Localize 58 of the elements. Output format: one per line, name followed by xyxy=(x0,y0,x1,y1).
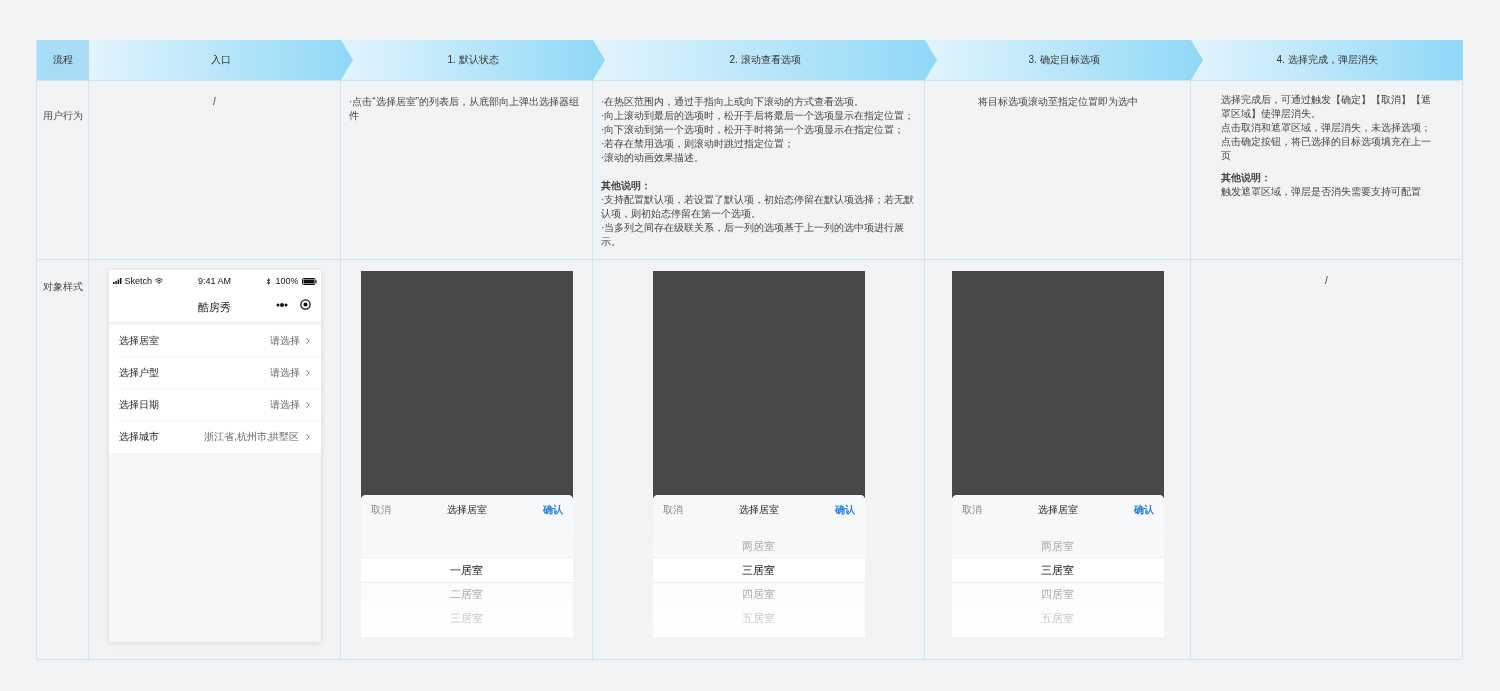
cancel-button[interactable]: 取消 xyxy=(370,503,391,517)
flow-step-header: 2. 滚动查看选项 xyxy=(593,40,937,80)
confirm-button[interactable]: 确认 xyxy=(1133,503,1154,517)
description-text: ·支持配置默认项，若设置了默认项，初始态停留在默认项选择；若无默认项，则初始态停留在第一个选项。 xyxy=(601,193,916,221)
mask-overlay[interactable] xyxy=(951,271,1164,499)
description-text: 将目标选项滚动至指定位置即为选中 xyxy=(977,95,1138,109)
picker-title: 选择居室 xyxy=(738,503,779,517)
row-label: 用户行为 xyxy=(42,110,83,121)
battery-text: 100% xyxy=(275,276,299,286)
picker-option[interactable]: 三居室 xyxy=(1041,558,1074,582)
flow-step-header: 1. 默认状态 xyxy=(341,40,605,80)
confirm-button[interactable]: 确认 xyxy=(542,503,563,517)
header-label: 流程 xyxy=(37,40,89,80)
description-text: ·点击“选择居室”的列表后，从底部向上弹出选择器组件 xyxy=(349,95,580,123)
bluetooth-icon xyxy=(265,277,273,285)
description-text: ·向下滚动到第一个选项时，松开手时将第一个选项显示在指定位置； xyxy=(601,123,906,137)
list-item[interactable]: 选择居室 请选择 xyxy=(118,325,321,357)
description-text: ·若存在禁用选项，则滚动时跳过指定位置； xyxy=(601,137,796,151)
list-item[interactable]: 选择城市 浙江省,杭州市,拱墅区 xyxy=(118,421,321,453)
picker-option[interactable]: 四居室 xyxy=(1041,582,1074,606)
description-text: 触发遮罩区域，弹层是否消失需要支持可配置 xyxy=(1221,185,1422,199)
picker-option[interactable]: 四居室 xyxy=(742,582,775,606)
description-text: ·向上滚动到最后的选项时，松开手后将最后一个选项显示在指定位置； xyxy=(601,109,916,123)
signal-icon xyxy=(112,278,122,284)
wifi-icon xyxy=(155,277,163,285)
picker-option[interactable]: 两居室 xyxy=(1041,534,1074,558)
picker-title: 选择居室 xyxy=(1037,503,1078,517)
description-text: 选择完成后，可通过触发【确定】【取消】【遮罩区域】使弹层消失。 xyxy=(1221,93,1432,121)
section-heading: 其他说明： xyxy=(601,179,652,193)
picker-option[interactable]: 一居室 xyxy=(450,558,483,582)
battery-icon xyxy=(301,277,317,285)
description-text: ·当多列之间存在级联关系，后一列的选项基于上一列的选中项进行展示。 xyxy=(601,221,906,249)
description-text: ·滚动的动画效果描述。 xyxy=(601,151,706,165)
mask-overlay[interactable] xyxy=(360,271,573,499)
picker-option[interactable]: 三居室 xyxy=(742,558,775,582)
page-title: 酷房秀 xyxy=(198,299,231,315)
list-item[interactable]: 选择户型 请选择 xyxy=(118,357,321,389)
clock-text: 9:41 AM xyxy=(198,276,231,286)
picker-title: 选择居室 xyxy=(446,503,487,517)
target-icon[interactable] xyxy=(299,299,311,310)
row-label: 对象样式 xyxy=(42,281,83,292)
confirm-button[interactable]: 确认 xyxy=(834,503,855,517)
cancel-button[interactable]: 取消 xyxy=(662,503,683,517)
carrier-text: Sketch xyxy=(124,276,152,286)
description-text: / xyxy=(213,95,216,109)
more-icon[interactable] xyxy=(275,302,288,307)
mask-overlay[interactable] xyxy=(652,271,865,499)
section-heading: 其他说明： xyxy=(1221,171,1272,185)
description-text: ·在热区范围内，通过手指向上或向下滚动的方式查看选项。 xyxy=(601,95,866,109)
flow-step-header: 4. 选择完成，弹层消失 xyxy=(1191,40,1463,80)
picker-option[interactable]: 两居室 xyxy=(742,534,775,558)
description-text: 点击取消和遮罩区域，弹层消失，未选择选项；点击确定按钮，将已选择的目标选项填充在上一页 xyxy=(1221,121,1432,163)
list-item[interactable]: 选择日期 请选择 xyxy=(118,389,321,421)
flow-step-header: 入口 xyxy=(89,40,353,80)
flow-step-header: 3. 确定目标选项 xyxy=(925,40,1203,80)
picker-option[interactable]: 二居室 xyxy=(450,582,483,606)
description-text: / xyxy=(1325,274,1328,288)
cancel-button[interactable]: 取消 xyxy=(961,503,982,517)
